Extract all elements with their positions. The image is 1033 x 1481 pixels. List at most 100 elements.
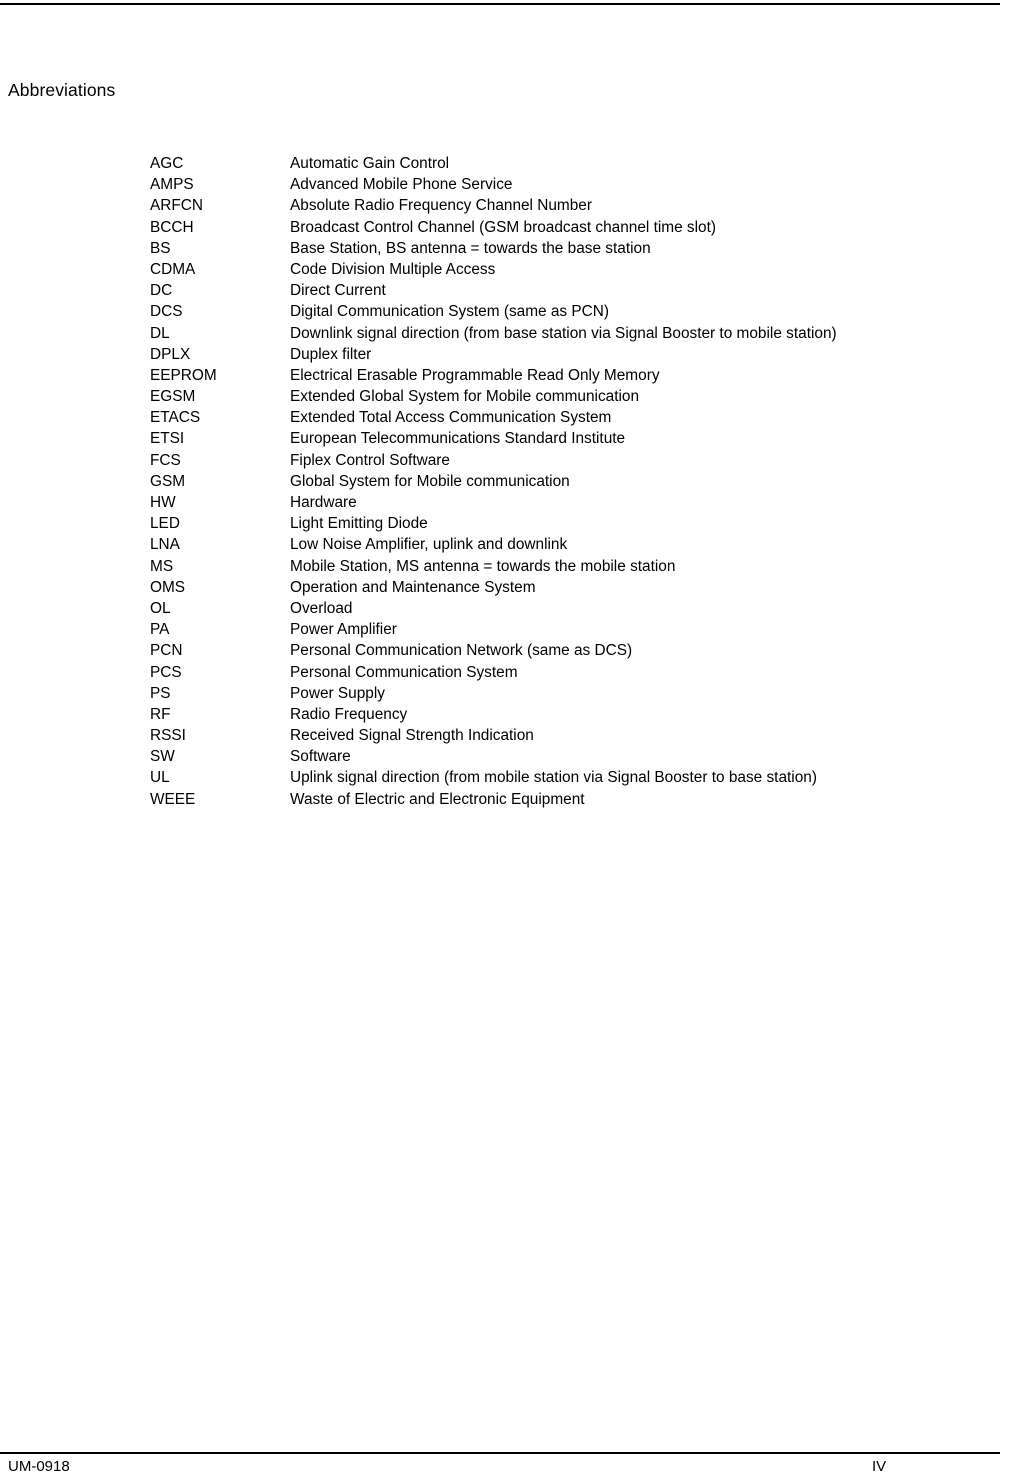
abbreviation-row: SW Software <box>150 746 1010 767</box>
abbreviation-term: ETSI <box>150 430 185 448</box>
abbreviation-term: WEEE <box>150 790 196 808</box>
abbreviation-definition: Direct Current <box>290 282 386 300</box>
abbreviation-row: LNA Low Noise Amplifier, uplink and downl… <box>150 534 1010 555</box>
abbreviation-term: GSM <box>150 472 186 490</box>
footer-document-id: UM-0918 <box>8 1458 70 1475</box>
abbreviation-definition: Power Amplifier <box>290 621 397 639</box>
abbreviation-row: OMS Operation and Maintenance System <box>150 577 1010 598</box>
abbreviation-definition: Operation and Maintenance System <box>290 578 536 596</box>
abbreviation-term: ARFCN <box>150 197 204 215</box>
abbreviation-term: DCS <box>150 303 183 321</box>
abbreviation-term: AMPS <box>150 176 194 194</box>
abbreviation-definition: Code Division Multiple Access <box>290 260 496 278</box>
abbreviation-row: PCS Personal Communication System <box>150 662 1010 683</box>
header-rule <box>0 3 1000 5</box>
abbreviation-term: EEPROM <box>150 366 217 384</box>
abbreviation-row: PCN Personal Communication Network (same … <box>150 640 1010 661</box>
abbreviation-term: HW <box>150 494 176 511</box>
abbreviation-term: DPLX <box>150 345 191 363</box>
abbreviation-row: AMPS Advanced Mobile Phone Service <box>150 174 1010 195</box>
abbreviation-definition: Broadcast Control Channel (GSM broadcast… <box>290 218 717 236</box>
abbreviation-definition: Power Supply <box>290 684 385 702</box>
abbreviation-term: ETACS <box>150 409 201 427</box>
abbreviation-term: EGSM <box>150 388 196 406</box>
abbreviation-definition: Extended Global System for Mobile commun… <box>290 388 640 406</box>
abbreviation-term: SW <box>150 748 175 766</box>
abbreviation-definition: Duplex filter <box>290 345 372 363</box>
abbreviation-row: DPLX Duplex filter <box>150 344 1010 365</box>
abbreviation-term: OL <box>150 599 171 617</box>
abbreviation-row: OL Overload <box>150 598 1010 619</box>
abbreviation-row: RF Radio Frequency <box>150 704 1010 725</box>
abbreviation-term: PA <box>150 621 170 639</box>
abbreviation-term: MS <box>150 557 174 575</box>
abbreviation-term: CDMA <box>150 260 196 278</box>
abbreviation-row: LED Light Emitting Diode <box>150 513 1010 534</box>
abbreviation-term: DL <box>150 324 170 342</box>
abbreviation-row: PA Power Amplifier <box>150 619 1010 640</box>
abbreviation-row: WEEE Waste of Electric and Electronic Equ… <box>150 789 1010 810</box>
abbreviation-row: PS Power Supply <box>150 683 1010 704</box>
abbreviation-term: BCCH <box>150 218 194 236</box>
abbreviation-term: PCS <box>150 663 182 681</box>
abbreviation-term: PS <box>150 684 171 702</box>
abbreviation-definition: Extended Total Access Communication Syst… <box>290 409 612 427</box>
abbreviation-definition: Overload <box>290 599 353 617</box>
abbreviation-row: CDMA Code Division Multiple Access <box>150 259 1010 280</box>
document-page: Abbreviations AGC Automatic Gain Control A… <box>0 0 1033 1481</box>
abbreviation-definition: Software <box>290 748 351 766</box>
abbreviation-definition: Automatic Gain Control <box>290 155 450 172</box>
footer-rule <box>0 1452 1000 1454</box>
abbreviation-row: DC Direct Current <box>150 280 1010 301</box>
abbreviation-definition: Low Noise Amplifier, uplink and downlink <box>290 536 568 554</box>
abbreviation-term: PCN <box>150 642 183 660</box>
abbreviation-term: LNA <box>150 536 180 554</box>
abbreviation-term: OMS <box>150 578 186 596</box>
abbreviation-definition: Waste of Electric and Electronic Equipme… <box>290 790 585 808</box>
abbreviation-definition: Advanced Mobile Phone Service <box>290 176 513 194</box>
abbreviation-term: UL <box>150 769 170 787</box>
abbreviation-row: UL Uplink signal direction (from mobile s… <box>150 767 1010 788</box>
abbreviation-row: FCS Fiplex Control Software <box>150 450 1010 471</box>
abbreviation-row: EGSM Extended Global System for Mobile co… <box>150 386 1010 407</box>
abbreviation-definition: Global System for Mobile communication <box>290 472 570 490</box>
abbreviation-term: BS <box>150 239 171 257</box>
abbreviation-row: BS Base Station, BS antenna = towards the… <box>150 238 1010 259</box>
abbreviation-definition: Uplink signal direction (from mobile sta… <box>290 769 817 787</box>
abbreviation-term: LED <box>150 515 180 533</box>
abbreviation-definition: Radio Frequency <box>290 705 408 723</box>
abbreviation-definition: Personal Communication System <box>290 663 518 681</box>
abbreviation-row: ETSI European Telecommunications Standard… <box>150 428 1010 449</box>
abbreviation-row: BCCH Broadcast Control Channel (GSM broad… <box>150 217 1010 238</box>
footer-page-number: IV <box>872 1458 887 1475</box>
abbreviation-term: FCS <box>150 451 181 469</box>
abbreviation-definition: Fiplex Control Software <box>290 451 450 469</box>
abbreviation-row: ETACS Extended Total Access Communication… <box>150 407 1010 428</box>
abbreviation-definition: Personal Communication Network (same as … <box>290 642 633 660</box>
abbreviation-row: MS Mobile Station, MS antenna = towards t… <box>150 556 1010 577</box>
abbreviation-definition: Received Signal Strength Indication <box>290 727 534 745</box>
abbreviation-row: ARFCN Absolute Radio Frequency Channel Nu… <box>150 195 1010 216</box>
abbreviation-definition: Mobile Station, MS antenna = towards the… <box>290 557 676 575</box>
page-title: Abbreviations <box>8 80 116 100</box>
abbreviation-row: HW Hardware <box>150 492 1010 513</box>
abbreviation-row: AGC Automatic Gain Control <box>150 153 1010 174</box>
abbreviation-row: GSM Global System for Mobile communicatio… <box>150 471 1010 492</box>
abbreviation-row: DCS Digital Communication System (same as… <box>150 301 1010 322</box>
abbreviation-term: RF <box>150 705 171 723</box>
abbreviation-definition: Electrical Erasable Programmable Read On… <box>290 366 660 384</box>
abbreviation-term: DC <box>150 282 173 300</box>
abbreviations-list: AGC Automatic Gain Control AMPS Advanced Mo… <box>150 153 1010 810</box>
abbreviation-row: EEPROM Electrical Erasable Programmable R… <box>150 365 1010 386</box>
abbreviation-row: DL Downlink signal direction (from base s… <box>150 323 1010 344</box>
abbreviation-definition: Downlink signal direction (from base sta… <box>290 324 837 342</box>
abbreviation-definition: Base Station, BS antenna = towards the b… <box>290 239 651 257</box>
abbreviation-term: AGC <box>150 155 184 172</box>
abbreviation-term: RSSI <box>150 727 186 745</box>
abbreviation-definition: Light Emitting Diode <box>290 515 428 533</box>
abbreviation-definition: European Telecommunications Standard Ins… <box>290 430 626 448</box>
abbreviation-row: RSSI Received Signal Strength Indication <box>150 725 1010 746</box>
abbreviation-definition: Absolute Radio Frequency Channel Number <box>290 197 592 215</box>
abbreviation-definition: Digital Communication System (same as PC… <box>290 303 610 321</box>
abbreviation-definition: Hardware <box>290 494 357 511</box>
